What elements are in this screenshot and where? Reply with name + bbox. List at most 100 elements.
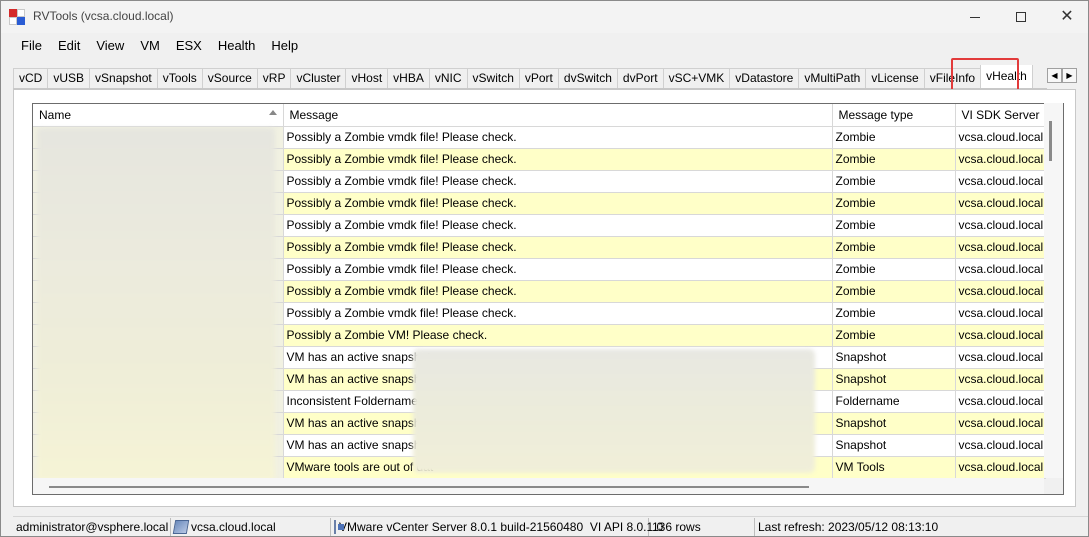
tab-scroll-right-button[interactable]: ▶: [1062, 68, 1077, 83]
tab-vrp[interactable]: vRP: [256, 68, 292, 88]
message-type-cell: Snapshot: [832, 368, 956, 391]
rvtools-window: RVTools (vcsa.cloud.local) ✕ File Edit V…: [0, 0, 1089, 537]
horizontal-scrollbar-thumb[interactable]: [49, 486, 809, 488]
message-type-cell: Zombie: [832, 170, 956, 193]
tab-vsnapshot[interactable]: vSnapshot: [89, 68, 158, 88]
tab-vsource[interactable]: vSource: [201, 68, 258, 88]
tab-vsc-vmk[interactable]: vSC+VMK: [662, 68, 731, 88]
tab-dvport[interactable]: dvPort: [616, 68, 664, 88]
close-icon: ✕: [1060, 8, 1074, 25]
window-title: RVTools (vcsa.cloud.local): [33, 9, 174, 23]
vertical-scrollbar[interactable]: [1044, 103, 1063, 478]
message-type-cell: Zombie: [832, 214, 956, 237]
tab-vcd[interactable]: vCD: [13, 68, 49, 88]
vmware-icon: [334, 519, 344, 534]
message-type-cell: Foldername: [832, 390, 956, 413]
vi-sdk-server-cell: vcsa.cloud.local: [955, 214, 1046, 237]
tab-vport[interactable]: vPort: [518, 68, 559, 88]
vi-sdk-server-cell: vcsa.cloud.local: [955, 236, 1046, 259]
vi-sdk-server-cell: vcsa.cloud.local: [955, 324, 1046, 347]
tab-vcluster[interactable]: vCluster: [290, 68, 347, 88]
message-type-cell: Zombie: [832, 192, 956, 215]
close-button[interactable]: ✕: [1044, 1, 1089, 33]
vi-sdk-server-cell: vcsa.cloud.local: [955, 126, 1046, 149]
tab-vusb[interactable]: vUSB: [47, 68, 91, 88]
menu-edit[interactable]: Edit: [50, 35, 88, 57]
triangle-left-icon: ◀: [1051, 71, 1058, 80]
column-header-name[interactable]: Name: [33, 104, 284, 127]
message-type-cell: Zombie: [832, 258, 956, 281]
rvtools-app-icon: [9, 9, 25, 25]
vi-sdk-server-cell: vcsa.cloud.local: [955, 434, 1046, 457]
message-type-cell: Snapshot: [832, 346, 956, 369]
tab-vhost[interactable]: vHost: [345, 68, 389, 88]
menu-bar: File Edit View VM ESX Health Help: [1, 35, 306, 57]
maximize-button[interactable]: [998, 1, 1044, 33]
menu-view[interactable]: View: [88, 35, 132, 57]
sort-ascending-icon: [268, 110, 277, 115]
message-cell: Possibly a Zombie vmdk file! Please chec…: [283, 302, 833, 325]
message-type-cell: Zombie: [832, 280, 956, 303]
message-cell: Possibly a Zombie vmdk file! Please chec…: [283, 192, 833, 215]
tab-vswitch[interactable]: vSwitch: [466, 68, 520, 88]
tab-vhba[interactable]: vHBA: [387, 68, 430, 88]
message-type-cell: Zombie: [832, 302, 956, 325]
vertical-scrollbar-thumb[interactable]: [1049, 121, 1052, 161]
tab-vfileinfo[interactable]: vFileInfo: [923, 68, 982, 88]
vi-sdk-server-cell: vcsa.cloud.local: [955, 412, 1046, 435]
redacted-names: [37, 128, 275, 481]
message-type-cell: VM Tools: [832, 456, 956, 479]
vi-sdk-server-cell: vcsa.cloud.local: [955, 368, 1046, 391]
tab-strip: vCD vUSB vSnapshot vTools vSource vRP vCluster…: [13, 65, 1047, 89]
status-product-text: VMware vCenter Server 8.0.1 build-215604…: [339, 519, 584, 534]
redacted-messages: [413, 349, 815, 473]
tab-vlicense[interactable]: vLicense: [865, 68, 925, 88]
tab-vmultipath[interactable]: vMultiPath: [798, 68, 867, 88]
message-cell: Possibly a Zombie vmdk file! Please chec…: [283, 280, 833, 303]
tab-vdatastore[interactable]: vDatastore: [729, 68, 800, 88]
triangle-right-icon: ▶: [1066, 71, 1073, 80]
column-header-message-type[interactable]: Message type: [832, 104, 956, 127]
status-server: vcsa.cloud.local: [171, 517, 331, 536]
message-type-cell: Zombie: [832, 324, 956, 347]
message-cell: Possibly a Zombie VM! Please check.: [283, 324, 833, 347]
status-product: VMware vCenter Server 8.0.1 build-215604…: [331, 517, 663, 536]
message-cell: Possibly a Zombie vmdk file! Please chec…: [283, 148, 833, 171]
menu-esx[interactable]: ESX: [168, 35, 210, 57]
status-server-text: vcsa.cloud.local: [191, 519, 276, 534]
vi-sdk-server-cell: vcsa.cloud.local: [955, 302, 1046, 325]
status-rows: 136 rows: [649, 517, 755, 536]
menu-vm[interactable]: VM: [132, 35, 168, 57]
tab-scroll-left-button[interactable]: ◀: [1047, 68, 1062, 83]
vi-sdk-server-cell: vcsa.cloud.local: [955, 192, 1046, 215]
vi-sdk-server-cell: vcsa.cloud.local: [955, 280, 1046, 303]
message-type-cell: Zombie: [832, 148, 956, 171]
menu-file[interactable]: File: [13, 35, 50, 57]
tab-dvswitch[interactable]: dvSwitch: [557, 68, 618, 88]
message-cell: Possibly a Zombie vmdk file! Please chec…: [283, 214, 833, 237]
message-cell: Possibly a Zombie vmdk file! Please chec…: [283, 258, 833, 281]
status-rows-text: 136 rows: [652, 519, 701, 534]
minimize-button[interactable]: [952, 1, 998, 33]
vi-sdk-server-cell: vcsa.cloud.local: [955, 346, 1046, 369]
maximize-icon: [1016, 12, 1026, 22]
message-type-cell: Snapshot: [832, 434, 956, 457]
vi-sdk-server-cell: vcsa.cloud.local: [955, 170, 1046, 193]
status-refresh-text: Last refresh: 2023/05/12 08:13:10: [758, 519, 939, 534]
status-refresh: Last refresh: 2023/05/12 08:13:10: [755, 518, 955, 536]
message-cell: Possibly a Zombie vmdk file! Please chec…: [283, 236, 833, 259]
status-user: administrator@vsphere.local: [13, 517, 171, 536]
message-type-cell: Snapshot: [832, 412, 956, 435]
vi-sdk-server-cell: vcsa.cloud.local: [955, 390, 1046, 413]
tab-vnic[interactable]: vNIC: [428, 68, 468, 88]
menu-help[interactable]: Help: [263, 35, 306, 57]
vi-sdk-server-cell: vcsa.cloud.local: [955, 258, 1046, 281]
tab-vhealth[interactable]: vHealth: [980, 65, 1033, 88]
menu-health[interactable]: Health: [210, 35, 264, 57]
column-header-vi-sdk-server[interactable]: VI SDK Server: [955, 104, 1046, 127]
title-bar: RVTools (vcsa.cloud.local) ✕: [1, 1, 1088, 33]
column-header-message[interactable]: Message: [283, 104, 833, 127]
tab-vtools[interactable]: vTools: [156, 68, 203, 88]
column-header-name-label: Name: [39, 107, 72, 122]
status-bar: administrator@vsphere.local vcsa.cloud.l…: [13, 516, 1088, 536]
